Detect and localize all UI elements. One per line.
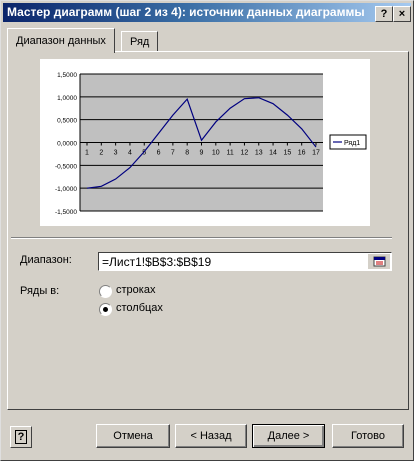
back-button[interactable]: < Назад — [175, 424, 247, 448]
tab-panel — [7, 51, 409, 410]
tab-series[interactable]: Ряд — [121, 31, 159, 52]
next-button[interactable]: Далее > — [252, 424, 325, 448]
help-title-button[interactable]: ? — [375, 6, 393, 22]
tab-data-range-label: Диапазон данных — [16, 35, 106, 47]
tab-series-label: Ряд — [130, 36, 150, 48]
window-title: Мастер диаграмм (шаг 2 из 4): источник д… — [7, 5, 365, 19]
cancel-button[interactable]: Отмена — [96, 424, 170, 448]
chart-wizard-dialog: Мастер диаграмм (шаг 2 из 4): источник д… — [0, 0, 414, 461]
help-button[interactable]: ? — [10, 426, 32, 448]
title-bar: Мастер диаграмм (шаг 2 из 4): источник д… — [3, 3, 411, 22]
tab-data-range[interactable]: Диапазон данных — [7, 28, 115, 53]
finish-button[interactable]: Готово — [332, 424, 404, 448]
close-button[interactable]: × — [393, 6, 411, 22]
help-icon: ? — [15, 430, 27, 444]
